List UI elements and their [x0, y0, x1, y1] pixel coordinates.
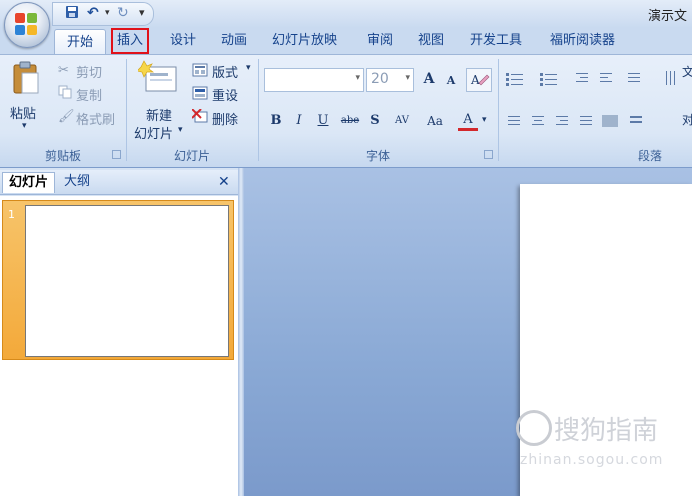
new-slide-line2[interactable]: 幻灯片	[134, 123, 173, 142]
tab-developer[interactable]: 开发工具	[470, 28, 522, 54]
font-name-combo[interactable]: ▾	[264, 68, 364, 92]
save-icon[interactable]	[65, 5, 79, 21]
new-slide-line1[interactable]: 新建	[146, 105, 172, 124]
format-painter-button[interactable]: 格式刷	[76, 109, 115, 128]
tab-review[interactable]: 审阅	[367, 28, 393, 54]
copy-button[interactable]: 复制	[76, 85, 102, 104]
watermark-text: 搜狗指南	[554, 416, 659, 446]
font-size-dropdown-icon[interactable]: ▾	[405, 73, 410, 83]
slide-canvas[interactable]	[520, 184, 692, 496]
tab-insert[interactable]: 插入	[111, 28, 150, 54]
watermark-url: zhinan.sogou.com	[520, 452, 664, 468]
tab-outline[interactable]: 大纲	[58, 172, 96, 192]
font-name-dropdown-icon[interactable]: ▾	[355, 73, 360, 83]
font-size-combo[interactable]: 20 ▾	[366, 68, 414, 92]
slide-number: 1	[8, 208, 15, 221]
sogou-logo-icon	[516, 410, 552, 446]
window-title: 演示文	[648, 9, 688, 24]
grow-font-button[interactable]: A	[418, 69, 440, 89]
tab-slideshow[interactable]: 幻灯片放映	[272, 28, 337, 54]
office-button[interactable]	[4, 2, 50, 48]
strikethrough-button[interactable]: abe	[338, 111, 362, 131]
group-divider	[498, 59, 499, 161]
font-color-button[interactable]: A	[458, 111, 478, 131]
tab-slides[interactable]: 幻灯片	[2, 172, 56, 193]
change-case-button[interactable]: Aa	[422, 111, 448, 131]
paste-dropdown-icon[interactable]: ▾	[22, 121, 27, 131]
layout-icon	[192, 63, 208, 77]
reset-icon	[192, 86, 208, 100]
clear-format-icon[interactable]: A	[466, 68, 492, 92]
font-launcher-icon[interactable]	[484, 150, 493, 159]
clipboard-group-label: 剪贴板	[44, 149, 81, 163]
layout-dropdown-icon[interactable]: ▾	[246, 63, 251, 73]
underline-button[interactable]: U	[314, 111, 332, 131]
tab-animation[interactable]: 动画	[221, 28, 247, 54]
text-shadow-button[interactable]: S	[366, 111, 384, 131]
ribbon: 粘贴 ▾ ✂ 剪切 复制 🖌 格式刷 剪贴板 新建 幻灯片 ▾ 版式 ▾ 重设 …	[0, 54, 692, 167]
svg-text:A: A	[470, 73, 480, 87]
align-buttons-row	[504, 113, 692, 131]
quick-access-toolbar: ↶ ▾ ↻ ▾	[52, 2, 154, 26]
ribbon-tabs: 开始 插入 设计 动画 幻灯片放映 审阅 视图 开发工具 福昕阅读器	[0, 28, 692, 55]
format-painter-icon: 🖌	[58, 109, 75, 124]
close-pane-icon[interactable]: ✕	[212, 172, 236, 192]
char-spacing-button[interactable]: AV	[390, 111, 414, 131]
font-group-label: 字体	[365, 149, 390, 163]
paragraph-group-label: 段落	[637, 149, 662, 163]
clipboard-launcher-icon[interactable]	[112, 150, 121, 159]
italic-button[interactable]: I	[290, 111, 308, 131]
bold-button[interactable]: B	[266, 111, 286, 131]
reset-button[interactable]: 重设	[212, 85, 238, 104]
delete-icon	[191, 108, 208, 123]
tab-reader[interactable]: 福昕阅读器	[550, 28, 615, 54]
paste-icon[interactable]	[12, 61, 40, 95]
scissors-icon: ✂	[58, 63, 69, 78]
new-slide-dropdown-icon[interactable]: ▾	[178, 125, 183, 135]
group-divider	[258, 59, 259, 161]
slide-thumbnail[interactable]	[25, 205, 229, 357]
paste-button[interactable]: 粘贴	[10, 103, 36, 122]
undo-icon[interactable]: ↶	[87, 5, 99, 21]
slides-group-label: 幻灯片	[173, 149, 210, 163]
new-slide-icon[interactable]	[136, 59, 178, 95]
customize-qat-icon[interactable]: ▾	[139, 5, 145, 21]
cut-button[interactable]: 剪切	[76, 62, 102, 81]
pane-tabs: 幻灯片 大纲 ✕	[0, 170, 240, 195]
shrink-font-button[interactable]: A	[442, 71, 460, 91]
layout-button[interactable]: 版式	[212, 62, 238, 81]
undo-dropdown-icon[interactable]: ▾	[105, 5, 110, 21]
tab-home[interactable]: 开始	[54, 29, 107, 55]
tab-design[interactable]: 设计	[170, 28, 196, 54]
redo-icon[interactable]: ↻	[117, 5, 129, 21]
delete-button[interactable]: 删除	[212, 109, 238, 128]
group-divider	[126, 59, 127, 161]
list-buttons-row	[504, 69, 692, 89]
font-color-dropdown-icon[interactable]: ▾	[482, 115, 487, 125]
align-text-button[interactable]: 对	[682, 111, 692, 128]
text-direction-button[interactable]: 文	[682, 63, 692, 80]
tab-view[interactable]: 视图	[418, 28, 444, 54]
office-logo-icon	[15, 13, 39, 37]
copy-icon	[58, 85, 72, 99]
